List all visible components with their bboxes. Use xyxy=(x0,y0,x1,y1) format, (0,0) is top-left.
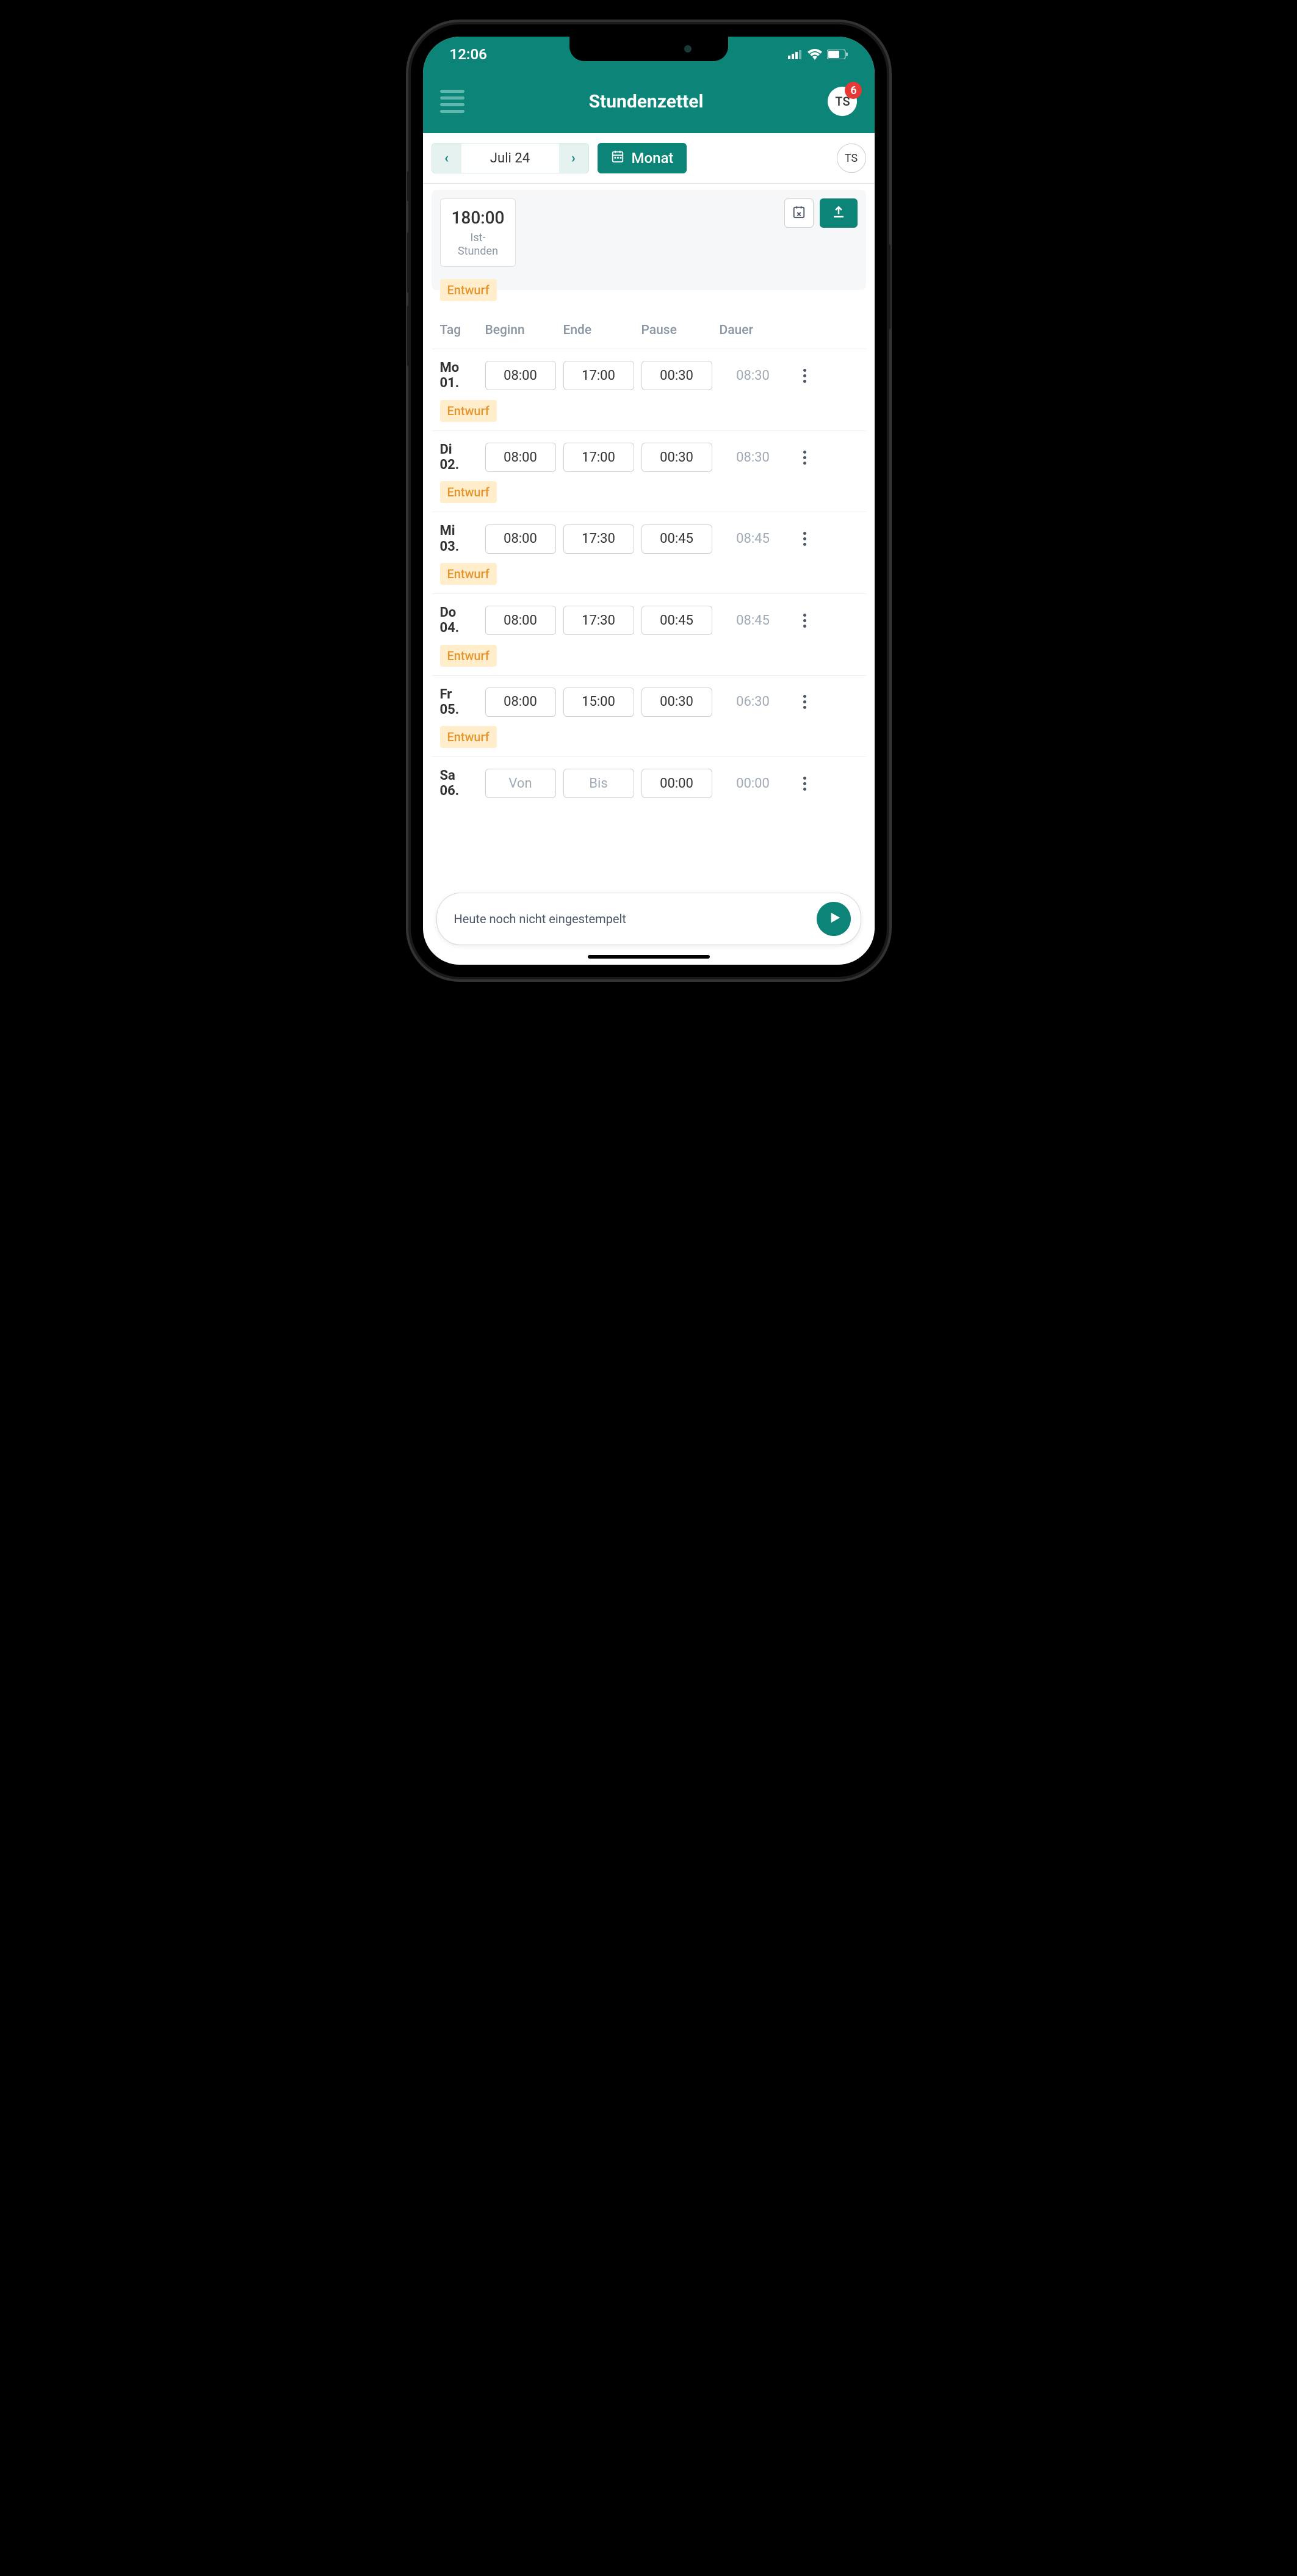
row-menu-button[interactable] xyxy=(794,777,816,791)
chevron-right-icon: › xyxy=(571,151,576,166)
status-time: 12:06 xyxy=(450,46,487,63)
begin-input[interactable]: 08:00 xyxy=(485,443,556,472)
timesheet-table: Tag Beginn Ende Pause Dauer Mo 01. 08:00… xyxy=(432,307,866,808)
begin-input[interactable]: 08:00 xyxy=(485,524,556,554)
profile-button[interactable]: TS 6 xyxy=(828,87,857,116)
actual-hours-box: 180:00 Ist- Stunden xyxy=(440,198,516,267)
table-row: Mo 01. 08:00 17:00 00:30 08:30 Entwurf xyxy=(432,349,866,430)
day-label: Mo 01. xyxy=(440,360,478,391)
row-draft-badge: Entwurf xyxy=(440,563,497,585)
table-row: Mi 03. 08:00 17:30 00:45 08:45 Entwurf xyxy=(432,512,866,593)
table-row: Di 02. 08:00 17:00 00:30 08:30 Entwurf xyxy=(432,430,866,512)
pause-input[interactable]: 00:30 xyxy=(641,688,712,717)
col-end: Ende xyxy=(563,323,634,338)
day-label: Fr 05. xyxy=(440,687,478,718)
summary-draft-badge: Entwurf xyxy=(440,279,497,301)
day-label: Di 02. xyxy=(440,442,478,473)
view-mode-label: Monat xyxy=(632,150,674,167)
row-menu-button[interactable] xyxy=(794,369,816,383)
begin-input[interactable]: 08:00 xyxy=(485,688,556,717)
table-row: Do 04. 08:00 17:30 00:45 08:45 Entwurf xyxy=(432,593,866,675)
prev-month-button[interactable]: ‹ xyxy=(432,143,461,173)
col-day: Tag xyxy=(440,323,478,338)
end-input[interactable]: 17:30 xyxy=(563,606,634,635)
pause-input[interactable]: 00:30 xyxy=(641,443,712,472)
next-month-button[interactable]: › xyxy=(559,143,588,173)
day-label: Do 04. xyxy=(440,605,478,636)
row-menu-button[interactable] xyxy=(794,614,816,628)
actual-hours-value: 180:00 xyxy=(452,208,505,228)
clockin-status-text: Heute noch nicht eingestempelt xyxy=(454,912,626,926)
actual-hours-label: Ist- Stunden xyxy=(452,231,505,258)
view-mode-button[interactable]: Monat xyxy=(598,143,687,173)
row-menu-button[interactable] xyxy=(794,451,816,465)
battery-icon xyxy=(827,49,848,59)
duration-value: 06:30 xyxy=(720,694,787,709)
duration-value: 08:30 xyxy=(720,368,787,383)
end-input[interactable]: Bis xyxy=(563,769,634,798)
row-draft-badge: Entwurf xyxy=(440,400,497,422)
day-label: Sa 06. xyxy=(440,768,478,799)
calendar-icon xyxy=(611,150,624,167)
wifi-icon xyxy=(807,49,822,60)
end-input[interactable]: 17:00 xyxy=(563,361,634,390)
begin-input[interactable]: 08:00 xyxy=(485,361,556,390)
end-input[interactable]: 15:00 xyxy=(563,688,634,717)
pause-input[interactable]: 00:45 xyxy=(641,606,712,635)
table-header: Tag Beginn Ende Pause Dauer xyxy=(432,307,866,349)
end-input[interactable]: 17:00 xyxy=(563,443,634,472)
col-pause: Pause xyxy=(641,323,712,338)
duration-value: 08:30 xyxy=(720,450,787,465)
day-label: Mi 03. xyxy=(440,523,478,554)
month-navigator: ‹ Juli 24 › xyxy=(432,143,589,173)
month-label[interactable]: Juli 24 xyxy=(461,143,559,173)
play-icon xyxy=(826,911,842,927)
app-header: Stundenzettel TS 6 xyxy=(423,72,875,133)
clear-date-button[interactable] xyxy=(784,198,814,228)
duration-value: 08:45 xyxy=(720,531,787,546)
summary-card: 180:00 Ist- Stunden xyxy=(432,190,866,290)
menu-button[interactable] xyxy=(440,90,464,113)
row-draft-badge: Entwurf xyxy=(440,645,497,667)
controls-row: ‹ Juli 24 › Monat TS xyxy=(423,133,875,184)
pause-input[interactable]: 00:30 xyxy=(641,361,712,390)
clockin-button[interactable] xyxy=(817,902,851,936)
col-begin: Beginn xyxy=(485,323,556,338)
row-menu-button[interactable] xyxy=(794,532,816,546)
row-draft-badge: Entwurf xyxy=(440,726,497,748)
table-row: Sa 06. Von Bis 00:00 00:00 xyxy=(432,756,866,808)
user-filter-button[interactable]: TS xyxy=(837,143,866,173)
page-title: Stundenzettel xyxy=(589,91,704,112)
notification-badge: 6 xyxy=(845,82,862,99)
upload-button[interactable] xyxy=(820,198,858,228)
begin-input[interactable]: 08:00 xyxy=(485,606,556,635)
begin-input[interactable]: Von xyxy=(485,769,556,798)
pause-input[interactable]: 00:45 xyxy=(641,524,712,554)
col-duration: Dauer xyxy=(720,323,787,338)
chevron-left-icon: ‹ xyxy=(444,151,449,166)
pause-input[interactable]: 00:00 xyxy=(641,769,712,798)
signal-icon xyxy=(788,49,803,59)
calendar-x-icon xyxy=(792,205,806,221)
end-input[interactable]: 17:30 xyxy=(563,524,634,554)
upload-icon xyxy=(831,205,846,222)
duration-value: 00:00 xyxy=(720,776,787,791)
row-menu-button[interactable] xyxy=(794,695,816,709)
clockin-bar: Heute noch nicht eingestempelt xyxy=(436,893,861,945)
table-row: Fr 05. 08:00 15:00 00:30 06:30 Entwurf xyxy=(432,675,866,757)
duration-value: 08:45 xyxy=(720,613,787,628)
row-draft-badge: Entwurf xyxy=(440,481,497,503)
